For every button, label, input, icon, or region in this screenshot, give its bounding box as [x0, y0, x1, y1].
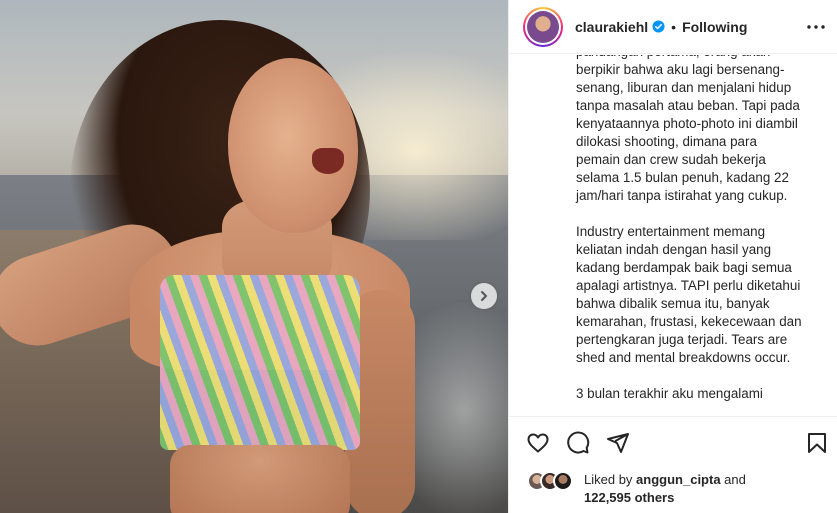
share-icon [607, 433, 629, 453]
likes-count-link[interactable]: 122,595 others [584, 490, 674, 505]
photo-smile [312, 148, 344, 174]
photo-face [228, 58, 358, 233]
photo-waist [170, 445, 350, 513]
like-button[interactable] [526, 431, 550, 455]
photo-patterned-top [160, 275, 360, 450]
comment-button[interactable] [566, 431, 590, 455]
share-button[interactable] [606, 431, 630, 455]
comment-icon [567, 431, 590, 454]
next-photo-button[interactable] [471, 283, 497, 309]
post-photo [0, 0, 508, 513]
likes-prefix: Liked by [584, 472, 637, 487]
post-caption: pandangan pertama, orang akan berpikir b… [576, 55, 802, 401]
header-separator: • [671, 18, 677, 35]
more-options-button[interactable] [806, 17, 826, 37]
liker-avatar[interactable] [553, 471, 573, 491]
verified-badge-icon [652, 20, 665, 33]
chevron-right-icon [481, 291, 487, 301]
save-button[interactable] [805, 431, 829, 455]
post-sidebar: claurakiehl • Following pandangan pertam… [508, 0, 837, 513]
avatar-border [525, 8, 561, 45]
bookmark-icon [808, 433, 826, 453]
liker-avatars [527, 471, 577, 491]
avatar[interactable] [523, 6, 563, 47]
caption-scroll-area[interactable]: pandangan pertama, orang akan berpikir b… [509, 55, 837, 415]
heart-icon [527, 433, 549, 453]
more-options-icon [807, 25, 825, 29]
following-button[interactable]: Following [682, 19, 747, 35]
post-header: claurakiehl • Following [509, 0, 837, 54]
likes-text: Liked by anggun_cipta and 122,595 others [584, 471, 746, 507]
avatar-image [527, 10, 559, 43]
likes-and: and [720, 472, 746, 487]
likes-summary: Liked by anggun_cipta and 122,595 others [527, 468, 827, 508]
post-actions [509, 416, 837, 466]
username-link[interactable]: claurakiehl [575, 19, 648, 35]
liker-username-link[interactable]: anggun_cipta [636, 472, 721, 487]
